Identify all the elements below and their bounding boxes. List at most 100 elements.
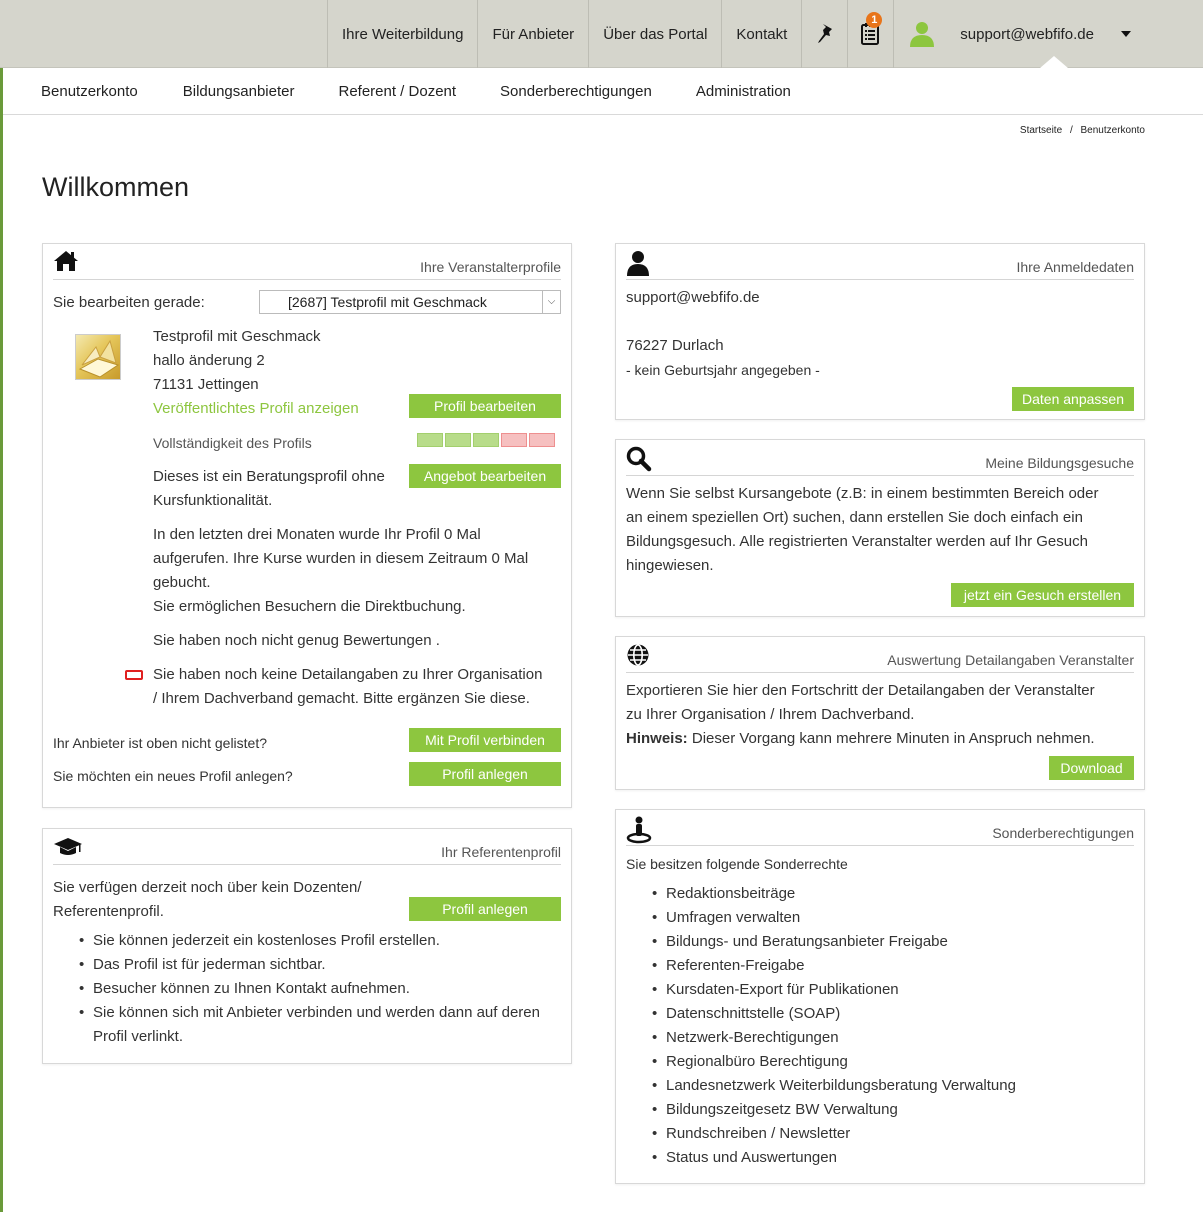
list-item: Referenten-Freigabe	[652, 954, 1016, 978]
veranstalter-panel-title: Ihre Veranstalterprofile	[420, 259, 561, 275]
edit-profile-button[interactable]: Profil bearbeiten	[409, 394, 561, 418]
topnav-ueber-das-portal[interactable]: Über das Portal	[589, 0, 723, 68]
veranstalter-panel-header: Ihre Veranstalterprofile	[53, 250, 561, 280]
anmeldedaten-panel: Ihre Anmeldedaten support@webfifo.de 762…	[615, 243, 1145, 420]
referent-panel-title: Ihr Referentenprofil	[441, 844, 561, 860]
user-menu[interactable]: support@webfifo.de	[894, 0, 1146, 68]
download-button[interactable]: Download	[1049, 756, 1134, 780]
user-icon	[910, 22, 935, 47]
auswertung-panel-title: Auswertung Detailangaben Veranstalter	[887, 652, 1134, 668]
stats-line4: Sie ermöglichen Besuchern die Direktbuch…	[153, 598, 466, 615]
create-referent-profile-button[interactable]: Profil anlegen	[409, 897, 561, 921]
merkliste-button[interactable]: 1	[848, 0, 895, 68]
connect-profile-button[interactable]: Mit Profil verbinden	[409, 728, 561, 752]
create-request-button[interactable]: jetzt ein Gesuch erstellen	[951, 583, 1134, 607]
top-navigation-bar: Ihre Weiterbildung Für Anbieter Über das…	[0, 0, 1203, 68]
referent-text-line2: Referentenprofil.	[53, 903, 164, 920]
auswertung-hint-text: Dieser Vorgang kann mehrere Minuten in A…	[687, 730, 1095, 747]
list-item: Kursdaten-Export für Publikationen	[652, 978, 1016, 1002]
list-item: Bildungszeitgesetz BW Verwaltung	[652, 1098, 1016, 1122]
subnav-sonderberechtigungen[interactable]: Sonderberechtigungen	[500, 83, 652, 100]
graduation-cap-icon	[54, 838, 82, 855]
top-navigation: Ihre Weiterbildung Für Anbieter Über das…	[327, 0, 1146, 68]
caret-down-icon	[1120, 31, 1131, 37]
account-email: support@webfifo.de	[626, 289, 760, 306]
menu-notch	[1040, 56, 1068, 68]
list-item: Rundschreiben / Newsletter	[652, 1122, 1016, 1146]
editing-label: Sie bearbeiten gerade:	[53, 294, 205, 311]
completeness-segment	[529, 433, 555, 447]
auswertung-panel: Auswertung Detailangaben Veranstalter Ex…	[615, 636, 1145, 790]
profile-name: Testprofil mit Geschmack	[153, 328, 321, 345]
pin-button[interactable]	[802, 0, 849, 68]
list-item: Regionalbüro Berechtigung	[652, 1050, 1016, 1074]
gesuche-panel-title: Meine Bildungsgesuche	[985, 455, 1134, 471]
subnav-bildungsanbieter[interactable]: Bildungsanbieter	[183, 83, 295, 100]
referent-panel-header: Ihr Referentenprofil	[53, 835, 561, 865]
breadcrumb-current: Benutzerkonto	[1080, 125, 1146, 136]
completeness-segment	[417, 433, 443, 447]
home-icon	[54, 251, 78, 271]
list-item: Sie können jederzeit ein kostenloses Pro…	[79, 929, 540, 953]
stats-line3: gebucht.	[153, 574, 211, 591]
not-listed-label: Ihr Anbieter ist oben nicht gelistet?	[53, 735, 268, 751]
list-item: Netzwerk-Berechtigungen	[652, 1026, 1016, 1050]
auswertung-panel-header: Auswertung Detailangaben Veranstalter	[626, 643, 1134, 673]
referent-bullet-tail: Profil verlinkt.	[93, 1028, 184, 1045]
list-item: Landesnetzwerk Weiterbildungsberatung Ve…	[652, 1074, 1016, 1098]
list-item: Datenschnittstelle (SOAP)	[652, 1002, 1016, 1026]
anmeldedaten-panel-header: Ihre Anmeldedaten	[626, 250, 1134, 280]
public-profile-link[interactable]: Veröffentlichtes Profil anzeigen	[153, 397, 359, 421]
account-subnav: Benutzerkonto Bildungsanbieter Referent …	[3, 69, 1203, 115]
special-rights-icon	[626, 816, 652, 844]
stats-line2: aufgerufen. Ihre Kurse wurden in diesem …	[153, 550, 529, 567]
sonder-panel-title: Sonderberechtigungen	[992, 825, 1134, 841]
completeness-segment	[501, 433, 527, 447]
list-item: Umfragen verwalten	[652, 906, 1016, 930]
topnav-kontakt[interactable]: Kontakt	[722, 0, 803, 68]
detail-warning-line2: / Ihrem Dachverband gemacht. Bitte ergän…	[153, 690, 530, 707]
edit-data-button[interactable]: Daten anpassen	[1012, 387, 1134, 411]
page-frame	[0, 0, 3, 1212]
ratings-text: Sie haben noch nicht genug Bewertungen .	[153, 632, 440, 649]
edit-offer-button[interactable]: Angebot bearbeiten	[409, 464, 561, 488]
select-arrow-icon: ⌵	[542, 291, 560, 313]
gesuche-text-line3: Bildungsgesuch. Alle registrierten Veran…	[626, 533, 1088, 550]
breadcrumb: Startseite / Benutzerkonto	[1020, 125, 1145, 136]
pin-icon	[817, 24, 832, 43]
profile-location: 71131 Jettingen	[153, 376, 259, 393]
profile-line2: hallo änderung 2	[153, 352, 265, 369]
subnav-benutzerkonto[interactable]: Benutzerkonto	[41, 83, 138, 100]
page-title: Willkommen	[42, 172, 190, 202]
profile-select-value: [2687] Testprofil mit Geschmack	[288, 294, 487, 310]
account-birthyear: - kein Geburtsjahr angegeben -	[626, 362, 820, 378]
create-profile-button[interactable]: Profil anlegen	[409, 762, 561, 786]
beratung-text-line1: Dieses ist ein Beratungsprofil ohne	[153, 468, 385, 485]
user-email: support@webfifo.de	[960, 25, 1094, 43]
list-item: Besucher können zu Ihnen Kontakt aufnehm…	[79, 977, 540, 1001]
new-profile-label: Sie möchten ein neues Profil anlegen?	[53, 768, 293, 784]
gesuche-text-line4: hingewiesen.	[626, 557, 714, 574]
list-item: Status und Auswertungen	[652, 1146, 1016, 1170]
gesuche-panel: Meine Bildungsgesuche Wenn Sie selbst Ku…	[615, 439, 1145, 617]
profile-select[interactable]: [2687] Testprofil mit Geschmack ⌵	[259, 290, 561, 314]
gesuche-text-line1: Wenn Sie selbst Kursangebote (z.B: in ei…	[626, 485, 1099, 502]
list-item: Sie können sich mit Anbieter verbinden u…	[79, 1001, 540, 1025]
auswertung-text-line1: Exportieren Sie hier den Fortschritt der…	[626, 682, 1095, 699]
completeness-segment	[445, 433, 471, 447]
subnav-administration[interactable]: Administration	[696, 83, 791, 100]
account-city: 76227 Durlach	[626, 337, 724, 354]
search-icon	[626, 446, 652, 472]
breadcrumb-home[interactable]: Startseite	[1020, 125, 1062, 136]
referent-text-line1: Sie verfügen derzeit noch über kein Doze…	[53, 879, 362, 896]
topnav-ihre-weiterbildung[interactable]: Ihre Weiterbildung	[327, 0, 479, 68]
sonder-panel: Sonderberechtigungen Sie besitzen folgen…	[615, 809, 1145, 1184]
list-item: Redaktionsbeiträge	[652, 882, 1016, 906]
breadcrumb-separator: /	[1069, 125, 1073, 136]
stats-line1: In den letzten drei Monaten wurde Ihr Pr…	[153, 526, 481, 543]
person-icon	[627, 251, 649, 276]
sonder-panel-header: Sonderberechtigungen	[626, 816, 1134, 846]
referent-benefits-list: Sie können jederzeit ein kostenloses Pro…	[79, 929, 540, 1025]
subnav-referent-dozent[interactable]: Referent / Dozent	[338, 83, 456, 100]
topnav-fuer-anbieter[interactable]: Für Anbieter	[478, 0, 590, 68]
